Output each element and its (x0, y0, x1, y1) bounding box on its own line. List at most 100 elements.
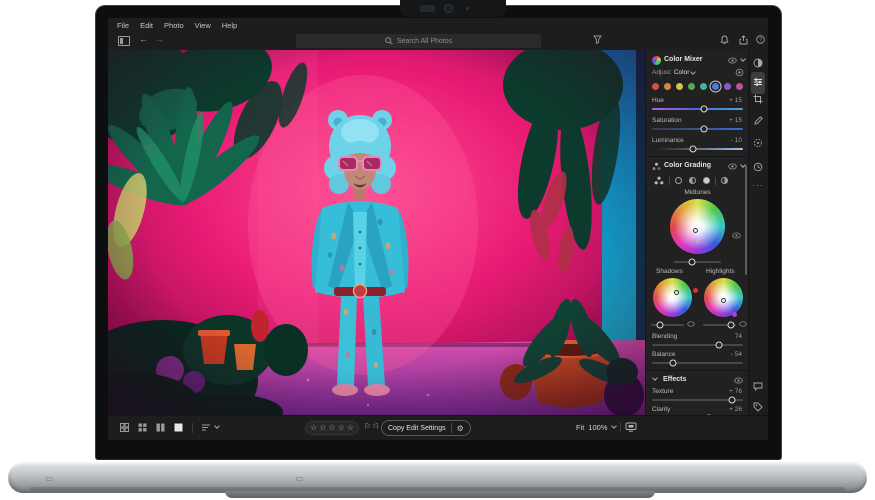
shadows-wheel-marker[interactable] (674, 290, 679, 295)
shadows-color-wheel[interactable] (653, 278, 692, 317)
panel-scrollbar[interactable] (745, 165, 747, 275)
luminance-value: - 10 (731, 137, 742, 144)
divider (620, 422, 621, 432)
search-icon (385, 37, 393, 45)
auto-adjust-icon[interactable] (753, 58, 763, 68)
channel-dot-teal[interactable] (700, 83, 707, 90)
star-icon[interactable]: ☆ (328, 424, 335, 432)
monitor-icon[interactable] (625, 422, 637, 432)
three-way-icon[interactable] (654, 176, 664, 185)
menu-item-edit[interactable]: Edit (140, 21, 153, 30)
menu-item-view[interactable]: View (195, 21, 211, 30)
port-mark (296, 477, 303, 481)
gear-icon[interactable]: ⚙ (457, 424, 464, 433)
midtones-wheel-icon[interactable] (689, 177, 696, 184)
luminance-slider[interactable] (652, 148, 743, 150)
shadows-label: Shadows (656, 268, 683, 275)
hue-knob[interactable] (700, 106, 707, 113)
color-grading-header[interactable]: Color Grading (646, 160, 749, 173)
zoom-level[interactable]: 100% (588, 423, 607, 432)
blending-slider[interactable] (652, 344, 743, 346)
effects-header[interactable]: Effects (646, 374, 749, 387)
highlights-luminance-knob[interactable] (727, 322, 734, 329)
chevron-down-icon[interactable] (214, 423, 220, 429)
star-icon[interactable]: ☆ (338, 424, 345, 432)
texture-knob[interactable] (729, 397, 736, 404)
target-adjust-icon[interactable] (735, 68, 744, 77)
channel-dot-orange[interactable] (664, 83, 671, 90)
highlights-luminance-slider[interactable] (703, 324, 736, 326)
global-wheel-icon[interactable] (721, 177, 728, 184)
menu-item-help[interactable]: Help (222, 21, 237, 30)
channel-dot-yellow[interactable] (676, 83, 683, 90)
pick-flag-icon[interactable]: ⚐ (364, 422, 371, 431)
brush-icon[interactable] (753, 116, 763, 126)
tag-icon[interactable] (753, 402, 763, 412)
color-channel-dots (652, 83, 743, 92)
midtones-wheel-marker[interactable] (693, 228, 698, 233)
compare-view-icon[interactable] (156, 423, 165, 432)
copy-edit-settings-button[interactable]: Copy Edit Settings ⚙ (381, 420, 471, 436)
eye-icon[interactable] (739, 321, 747, 327)
balance-knob[interactable] (669, 360, 676, 367)
star-rating: ☆ ☆ ☆ ☆ ☆ (305, 421, 359, 435)
grid-view-icon[interactable] (120, 423, 129, 432)
eye-icon[interactable] (732, 232, 741, 239)
grid-panel-toggle-icon[interactable] (118, 36, 130, 46)
star-icon[interactable]: ☆ (347, 424, 354, 432)
midtones-luminance-knob[interactable] (688, 259, 695, 266)
crop-icon[interactable] (753, 94, 763, 104)
photo-canvas[interactable] (108, 50, 645, 415)
more-options-icon[interactable]: ··· (753, 181, 764, 190)
desktop: File Edit Photo View Help ← → Search All… (0, 0, 875, 500)
back-arrow-icon[interactable]: ← (139, 34, 148, 44)
eye-icon[interactable] (728, 57, 737, 64)
hue-slider[interactable] (652, 108, 743, 110)
sort-icon[interactable] (201, 423, 211, 432)
healing-icon[interactable] (753, 138, 763, 148)
history-clock-icon[interactable] (753, 162, 763, 172)
blending-knob[interactable] (716, 342, 723, 349)
forward-arrow-icon[interactable]: → (155, 34, 164, 44)
eye-icon[interactable] (728, 163, 737, 170)
midtones-luminance-slider[interactable] (674, 261, 721, 263)
comment-icon[interactable] (753, 382, 763, 391)
eye-icon[interactable] (734, 377, 743, 384)
color-mixer-header[interactable]: Color Mixer (646, 54, 749, 67)
search-input[interactable]: Search All Photos (296, 34, 541, 48)
highlights-wheel-marker[interactable] (721, 298, 726, 303)
reject-flag-icon[interactable]: ⚐ (372, 422, 379, 431)
saturation-slider[interactable] (652, 128, 743, 130)
menu-item-file[interactable]: File (117, 21, 129, 30)
channel-dot-red[interactable] (652, 83, 659, 90)
filter-icon[interactable] (593, 35, 602, 44)
menu-item-photo[interactable]: Photo (164, 21, 184, 30)
channel-dot-blue[interactable] (712, 83, 719, 90)
star-icon[interactable]: ☆ (319, 424, 326, 432)
shadows-wheel-icon[interactable] (675, 177, 682, 184)
balance-slider[interactable] (652, 362, 743, 364)
eye-icon[interactable] (687, 321, 695, 327)
midtones-color-wheel[interactable] (670, 199, 725, 254)
fit-button[interactable]: Fit (576, 423, 584, 432)
channel-dot-green[interactable] (688, 83, 695, 90)
channel-dot-magenta[interactable] (736, 83, 743, 90)
ir-sensor (420, 5, 435, 12)
detail-view-icon[interactable] (174, 423, 183, 432)
luminance-knob[interactable] (689, 146, 696, 153)
webcam-lens (444, 4, 453, 13)
square-grid-view-icon[interactable] (138, 423, 147, 432)
edit-sliders-tool[interactable] (751, 72, 765, 94)
channel-dot-purple[interactable] (724, 83, 731, 90)
star-icon[interactable]: ☆ (310, 424, 317, 432)
saturation-knob[interactable] (700, 126, 707, 133)
bottom-toolbar: ☆ ☆ ☆ ☆ ☆ ⚐ ⚐ Copy Edit Settings ⚙ Fit 1… (108, 415, 768, 440)
shadows-luminance-knob[interactable] (656, 322, 663, 329)
notifications-bell-icon[interactable] (720, 35, 729, 45)
help-icon[interactable]: ? (756, 35, 765, 44)
adjust-selector[interactable]: Adjust: Color (652, 69, 695, 76)
share-icon[interactable] (739, 35, 748, 45)
shadows-luminance-slider[interactable] (651, 324, 684, 326)
texture-slider[interactable] (652, 399, 743, 401)
highlights-wheel-icon[interactable] (703, 177, 710, 184)
